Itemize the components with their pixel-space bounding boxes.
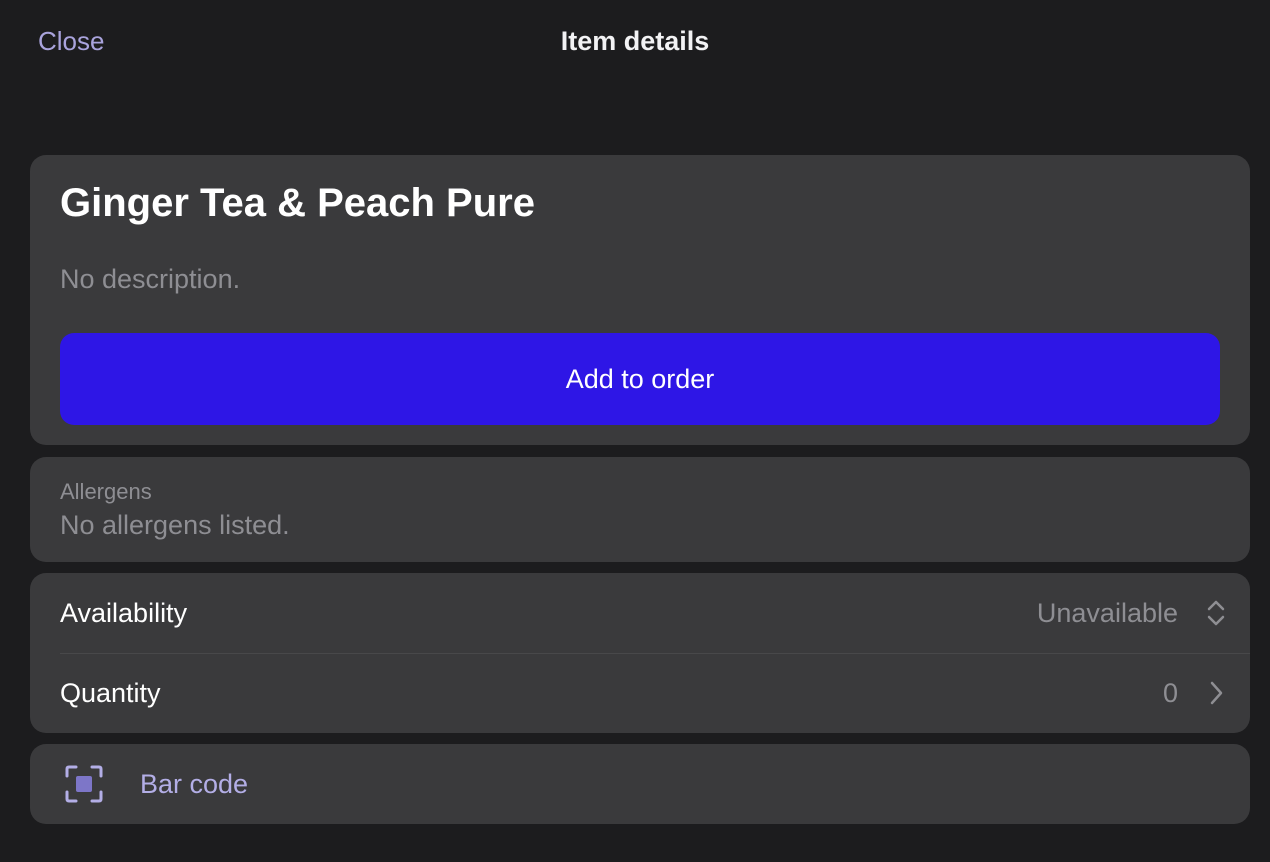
barcode-row[interactable]: Bar code bbox=[30, 744, 1250, 824]
settings-card: Availability Unavailable Quantity 0 bbox=[30, 573, 1250, 733]
add-to-order-button[interactable]: Add to order bbox=[60, 333, 1220, 425]
allergens-value: No allergens listed. bbox=[60, 510, 290, 540]
navigation-bar: Close Item details bbox=[0, 0, 1270, 82]
availability-label: Availability bbox=[60, 598, 188, 628]
allergens-label: Allergens bbox=[60, 479, 152, 504]
item-details-screen: Close Item details Ginger Tea & Peach Pu… bbox=[0, 0, 1270, 862]
barcode-scan-icon bbox=[64, 764, 104, 804]
page-title: Item details bbox=[560, 26, 710, 56]
chevron-right-icon bbox=[1200, 677, 1232, 709]
quantity-row[interactable]: Quantity 0 bbox=[30, 653, 1250, 733]
item-name: Ginger Tea & Peach Pure bbox=[60, 181, 535, 225]
quantity-label: Quantity bbox=[60, 678, 161, 708]
barcode-label: Bar code bbox=[140, 769, 249, 799]
item-summary-card: Ginger Tea & Peach Pure No description. … bbox=[30, 155, 1250, 445]
quantity-value: 0 bbox=[1162, 678, 1178, 708]
availability-value: Unavailable bbox=[1036, 598, 1178, 628]
availability-row[interactable]: Availability Unavailable bbox=[30, 573, 1250, 653]
chevron-up-down-icon bbox=[1200, 597, 1232, 629]
item-description: No description. bbox=[60, 264, 241, 294]
allergens-card: Allergens No allergens listed. bbox=[30, 457, 1250, 562]
